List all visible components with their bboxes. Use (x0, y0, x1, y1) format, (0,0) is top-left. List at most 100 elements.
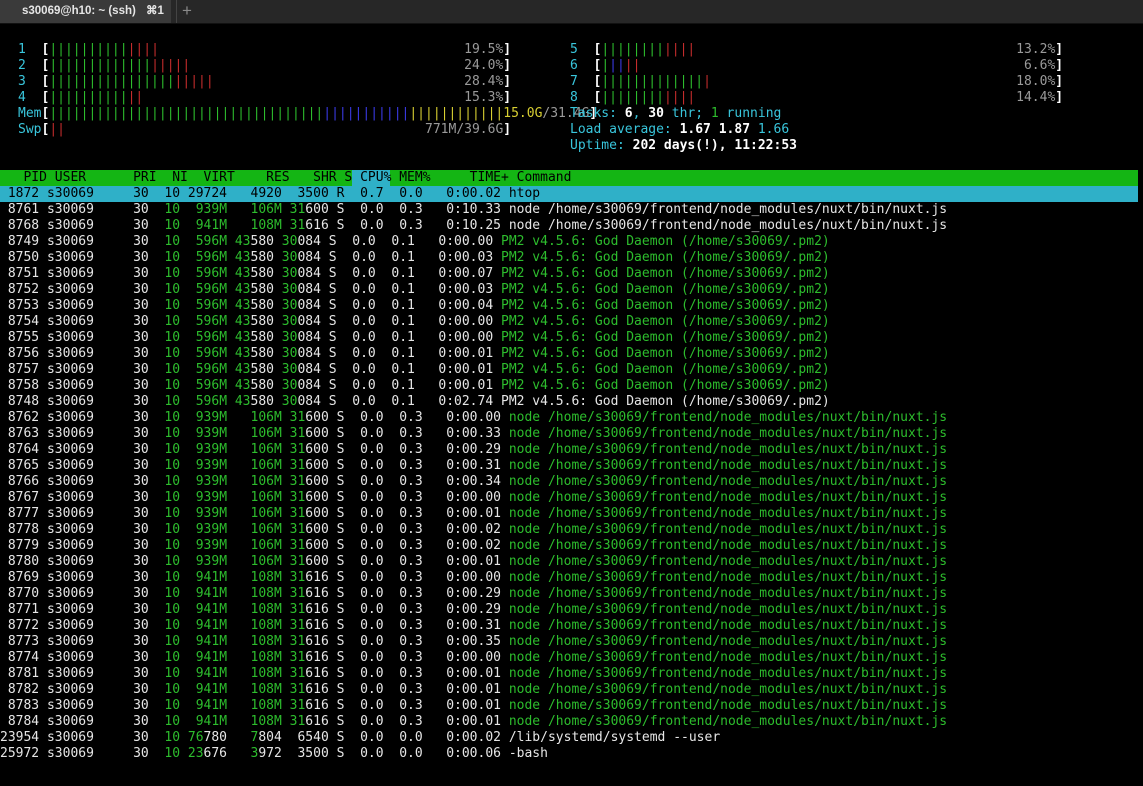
cpu-cell: 0.0 (336, 394, 376, 409)
process-row[interactable]: 8758 s30069 30 10 596M 43580 30084 S 0.0… (0, 378, 830, 394)
process-row[interactable]: 1872 s30069 30 10 29724 4920 3500 R 0.7 … (0, 186, 540, 202)
process-row[interactable]: 8755 s30069 30 10 596M 43580 30084 S 0.0… (0, 330, 830, 346)
process-row[interactable]: 8782 s30069 30 10 941M 108M 31616 S 0.0 … (0, 682, 947, 698)
user-cell: s30069 (39, 346, 118, 361)
process-row[interactable]: 8774 s30069 30 10 941M 108M 31616 S 0.0 … (0, 650, 947, 666)
shr-cell-high: 31 (281, 698, 306, 713)
virt-cell: 939 (180, 490, 220, 505)
mem-cell: 0.3 (383, 602, 423, 617)
process-row[interactable]: 23954 s30069 30 10 76780 7804 6540 S 0.0… (0, 730, 720, 746)
process-row[interactable]: 8764 s30069 30 10 939M 106M 31600 S 0.0 … (0, 442, 947, 458)
process-row[interactable]: 8773 s30069 30 10 941M 108M 31616 S 0.0 … (0, 634, 947, 650)
state-cell: S (328, 426, 345, 441)
cpu-cell: 0.7 (344, 186, 384, 201)
cpu-meter-label: 5 (570, 42, 594, 57)
user-cell: s30069 (39, 746, 118, 761)
process-row[interactable]: 8750 s30069 30 10 596M 43580 30084 S 0.0… (0, 250, 830, 266)
memory-used: 15.0G (503, 106, 543, 121)
process-row[interactable]: 8784 s30069 30 10 941M 108M 31616 S 0.0 … (0, 714, 947, 730)
cpu-cell: 0.0 (344, 586, 384, 601)
priority-cell: 30 (117, 250, 149, 265)
mem-cell: 0.3 (383, 218, 423, 233)
mem-cell: 0.3 (383, 618, 423, 633)
process-row[interactable]: 8780 s30069 30 10 939M 106M 31600 S 0.0 … (0, 554, 947, 570)
res-cell: 106M (227, 202, 282, 217)
user-cell: s30069 (39, 538, 118, 553)
process-row[interactable]: 8748 s30069 30 10 596M 43580 30084 S 0.0… (0, 394, 830, 410)
virt-unit: M (219, 586, 228, 601)
process-row[interactable]: 8770 s30069 30 10 941M 108M 31616 S 0.0 … (0, 586, 947, 602)
cpu-meter-7: 7 [|||||||||||||| 18.0%] (570, 74, 1063, 90)
meter-bar-user: | (601, 58, 610, 73)
process-row[interactable]: 8763 s30069 30 10 939M 106M 31600 S 0.0 … (0, 426, 947, 442)
process-row[interactable]: 8768 s30069 30 10 941M 108M 31616 S 0.0 … (0, 218, 947, 234)
cpu-cell: 0.0 (344, 506, 384, 521)
new-tab-button[interactable]: + (176, 0, 197, 23)
process-row[interactable]: 8783 s30069 30 10 941M 108M 31616 S 0.0 … (0, 698, 947, 714)
process-row[interactable]: 8756 s30069 30 10 596M 43580 30084 S 0.0… (0, 346, 830, 362)
pid-cell: 8756 (0, 346, 40, 361)
priority-cell: 30 (117, 202, 149, 217)
virt-cell: 596 (180, 314, 220, 329)
process-row[interactable]: 8761 s30069 30 10 939M 106M 31600 S 0.0 … (0, 202, 947, 218)
process-row[interactable]: 8777 s30069 30 10 939M 106M 31600 S 0.0 … (0, 506, 947, 522)
process-row[interactable]: 8769 s30069 30 10 941M 108M 31616 S 0.0 … (0, 570, 947, 586)
virt-cell: 596 (180, 298, 220, 313)
process-row[interactable]: 8765 s30069 30 10 939M 106M 31600 S 0.0 … (0, 458, 947, 474)
time-cell: 0:00.06 (422, 746, 501, 761)
meter-padding (640, 58, 1024, 73)
process-row[interactable]: 8749 s30069 30 10 596M 43580 30084 S 0.0… (0, 234, 830, 250)
command-cell: PM2 v4.5.6: God Daemon (/home/s30069/.pm… (501, 250, 830, 265)
process-row[interactable]: 8772 s30069 30 10 941M 108M 31616 S 0.0 … (0, 618, 947, 634)
shr-cell-low: 616 (305, 714, 329, 729)
user-cell: s30069 (39, 458, 118, 473)
shr-cell-high: 30 (273, 282, 298, 297)
process-row[interactable]: 8752 s30069 30 10 596M 43580 30084 S 0.0… (0, 282, 830, 298)
priority-cell: 30 (117, 586, 149, 601)
process-row[interactable]: 8781 s30069 30 10 941M 108M 31616 S 0.0 … (0, 666, 947, 682)
meter-bar-system: || (624, 58, 641, 73)
res-cell: 106M (227, 426, 282, 441)
time-cell: 0:00.02 (422, 538, 501, 553)
process-row[interactable]: 8779 s30069 30 10 939M 106M 31600 S 0.0 … (0, 538, 947, 554)
process-row[interactable]: 8753 s30069 30 10 596M 43580 30084 S 0.0… (0, 298, 830, 314)
htop-terminal[interactable]: 1 [|||||||||||||| 19.5%] 2 [|||||||||||||… (0, 23, 1143, 786)
process-row[interactable]: 25972 s30069 30 10 23676 3972 3500 S 0.0… (0, 746, 548, 762)
nice-cell: 10 (148, 218, 181, 233)
terminal-tab[interactable]: s30069@h10: ~ (ssh) ⌘1 (0, 0, 171, 23)
priority-cell: 30 (117, 650, 149, 665)
process-row[interactable]: 8757 s30069 30 10 596M 43580 30084 S 0.0… (0, 362, 830, 378)
cpu-meter-label: 4 (18, 90, 42, 105)
priority-cell: 30 (117, 538, 149, 553)
cpu-meter-percent: 19.5% (464, 42, 504, 57)
process-row[interactable]: 8767 s30069 30 10 939M 106M 31600 S 0.0 … (0, 490, 947, 506)
priority-cell: 30 (117, 554, 149, 569)
virt-unit: M (219, 330, 228, 345)
time-cell: 0:00.01 (422, 554, 501, 569)
process-row[interactable]: 8778 s30069 30 10 939M 106M 31600 S 0.0 … (0, 522, 947, 538)
virt-cell: 939 (180, 410, 220, 425)
virt-cell-low: 780 (203, 730, 228, 745)
nice-cell: 10 (148, 330, 181, 345)
meter-bracket: ] (1055, 90, 1064, 105)
mem-cell: 0.3 (383, 458, 423, 473)
virt-cell: 596 (180, 234, 220, 249)
column-header: PID USER PRI NI VIRT RES SHR S CPU% MEM%… (0, 170, 571, 186)
cpu-meter-label: 1 (18, 42, 42, 57)
process-row[interactable]: 8766 s30069 30 10 939M 106M 31600 S 0.0 … (0, 474, 947, 490)
cpu-cell: 0.0 (344, 554, 384, 569)
load-label: Load average: (570, 122, 680, 137)
process-row[interactable]: 8771 s30069 30 10 941M 108M 31616 S 0.0 … (0, 602, 947, 618)
process-row[interactable]: 8754 s30069 30 10 596M 43580 30084 S 0.0… (0, 314, 830, 330)
process-row[interactable]: 8762 s30069 30 10 939M 106M 31600 S 0.0 … (0, 410, 947, 426)
nice-cell: 10 (148, 650, 181, 665)
priority-cell: 30 (117, 362, 149, 377)
cpu-cell: 0.0 (336, 250, 376, 265)
process-row[interactable]: 8751 s30069 30 10 596M 43580 30084 S 0.0… (0, 266, 830, 282)
virt-cell: 941 (180, 618, 220, 633)
mem-cell: 0.3 (383, 714, 423, 729)
shr-cell-low: 616 (305, 586, 329, 601)
